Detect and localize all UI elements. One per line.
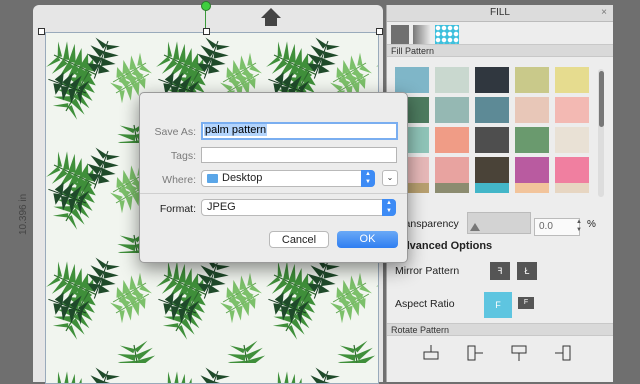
fill-panel: FILL × Fill Pattern Transparency 0.0 ▲ ▼ … [386, 5, 613, 382]
pattern-swatch[interactable] [515, 183, 549, 193]
aspect-ratio-label: Aspect Ratio [395, 298, 455, 310]
height-ruler-label: 10.396 in [18, 193, 29, 235]
pattern-swatch[interactable] [555, 157, 589, 183]
fill-pattern-section-title: Fill Pattern [387, 44, 613, 57]
where-popup[interactable]: Desktop ▲ ▼ [201, 170, 375, 187]
solid-fill-icon[interactable] [391, 25, 409, 45]
rotate-0-icon[interactable] [421, 343, 441, 363]
advanced-options-label: Advanced Options [395, 240, 493, 252]
pattern-swatch[interactable] [435, 67, 469, 93]
pattern-swatch[interactable] [435, 157, 469, 183]
panel-title: FILL [489, 7, 510, 18]
rotate-180-icon[interactable] [509, 343, 529, 363]
tags-input[interactable] [201, 147, 397, 163]
close-panel-icon[interactable]: × [601, 5, 607, 21]
cancel-button[interactable]: Cancel [269, 231, 329, 248]
pattern-swatch[interactable] [475, 67, 509, 93]
aspect-ratio-locked-icon[interactable]: F [484, 292, 512, 318]
rotate-90-icon[interactable] [465, 343, 485, 363]
pattern-swatch[interactable] [515, 97, 549, 123]
pattern-swatch[interactable] [475, 127, 509, 153]
rotation-handle[interactable] [201, 1, 211, 11]
pattern-swatch[interactable] [515, 127, 549, 153]
resize-handle-top-right[interactable] [376, 28, 383, 35]
pattern-swatch[interactable] [555, 97, 589, 123]
resize-handle-top-left[interactable] [38, 28, 45, 35]
transparency-input[interactable]: 0.0 [534, 218, 580, 236]
where-value: Desktop [222, 172, 263, 184]
format-label: Format: [159, 203, 196, 215]
mirror-horizontal-icon[interactable]: ꟻ [490, 262, 510, 280]
ok-button[interactable]: OK [337, 231, 398, 248]
pattern-swatch[interactable] [435, 127, 469, 153]
pattern-swatch[interactable] [555, 183, 589, 193]
folder-icon [207, 174, 218, 183]
format-value: JPEG [207, 201, 236, 213]
pattern-swatch[interactable] [555, 67, 589, 93]
pattern-swatch[interactable] [555, 127, 589, 153]
mirror-pattern-label: Mirror Pattern [395, 265, 460, 277]
pattern-swatch[interactable] [515, 67, 549, 93]
save-as-dialog: Save As: palm pattern Tags: Where: Deskt… [139, 92, 408, 263]
save-as-value: palm pattern [204, 124, 268, 136]
gradient-fill-icon[interactable] [413, 25, 431, 45]
aspect-ratio-stretch-icon[interactable]: F [518, 297, 534, 309]
pattern-swatch[interactable] [475, 157, 509, 183]
move-to-top-arrow-icon[interactable] [261, 8, 281, 18]
where-label: Where: [162, 174, 196, 186]
mirror-vertical-icon[interactable]: Ł [517, 262, 537, 280]
move-to-top-arrow-stem [265, 18, 277, 26]
pattern-swatch[interactable] [475, 183, 509, 193]
rotate-270-icon[interactable] [553, 343, 573, 363]
format-stepper-icon: ▲ ▼ [382, 199, 396, 216]
pattern-swatch[interactable] [515, 157, 549, 183]
resize-handle-top-middle[interactable] [203, 28, 210, 35]
swatch-scrollbar-thumb[interactable] [599, 71, 604, 127]
format-popup[interactable]: JPEG ▲ ▼ [201, 199, 396, 216]
pattern-fill-icon[interactable] [435, 25, 459, 45]
pattern-swatch[interactable] [435, 97, 469, 123]
expand-dialog-chevron-icon[interactable]: ⌄ [382, 170, 398, 186]
transparency-slider[interactable] [467, 212, 531, 234]
dialog-separator [140, 193, 407, 194]
tags-label: Tags: [170, 150, 196, 162]
transparency-unit: % [587, 219, 596, 230]
save-as-input[interactable]: palm pattern [201, 122, 398, 140]
where-stepper-icon: ▲ ▼ [361, 170, 375, 187]
pattern-swatch-grid [395, 67, 591, 199]
pattern-swatch[interactable] [395, 67, 429, 93]
pattern-swatch[interactable] [475, 97, 509, 123]
transparency-stepper[interactable]: ▲ ▼ [576, 218, 584, 234]
fill-panel-header: FILL × [387, 5, 613, 22]
rotate-pattern-section-title: Rotate Pattern [387, 323, 613, 336]
pattern-swatch[interactable] [435, 183, 469, 193]
save-as-label: Save As: [154, 126, 196, 138]
